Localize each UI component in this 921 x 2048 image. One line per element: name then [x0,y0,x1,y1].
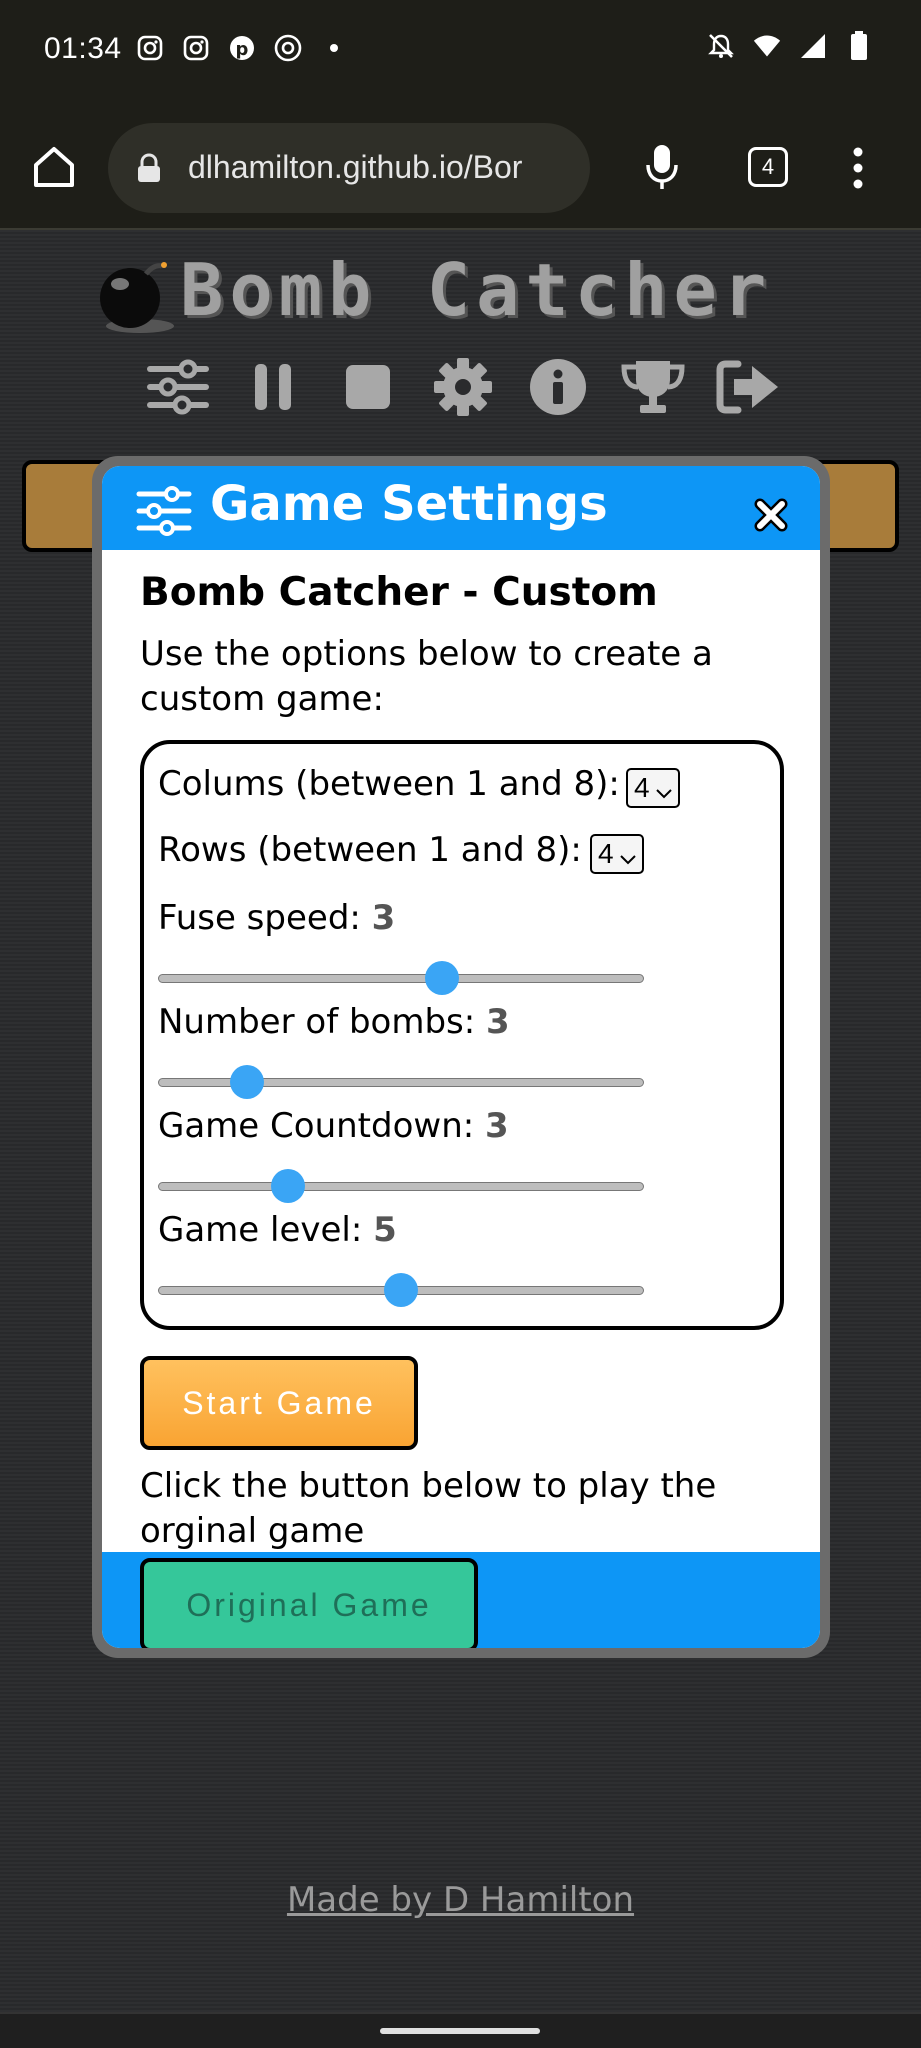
modal-header: Game Settings [102,466,820,550]
modal-title: Game Settings [210,476,608,532]
slider-thumb[interactable] [271,1169,305,1203]
slider-thumb[interactable] [384,1273,418,1307]
bomb-icon [92,256,180,336]
custom-options-box: Colums (between 1 and 8): 4 Rows (betwee… [140,740,784,1330]
fuse-speed-label-text: Fuse speed: [158,898,361,938]
status-notification-icons: p [136,34,348,62]
wifi-icon [753,32,781,60]
url-text: dlhamilton.github.io/Bor [188,149,523,185]
original-game-text: Click the button below to play the orgin… [140,1466,717,1551]
modal-subtitle: Bomb Catcher - Custom [140,570,658,615]
trophy-icon[interactable] [605,352,700,422]
home-indicator[interactable] [380,2028,540,2034]
status-bar: 01:34 p [0,0,921,105]
countdown-label: Game Countdown: 3 [158,1106,509,1146]
address-bar[interactable]: dlhamilton.github.io/Bor [108,123,590,213]
rows-select[interactable]: 4 [590,834,644,874]
status-time: 01:34 [44,32,122,65]
countdown-label-text: Game Countdown: [158,1106,475,1146]
credit-link[interactable]: Made by D Hamilton [0,1880,921,1920]
fuse-speed-label: Fuse speed: 3 [158,898,395,938]
fuse-speed-slider[interactable] [158,958,644,998]
lock-icon [136,153,162,183]
instagram-icon [182,34,210,62]
modal-footer: Original Game [102,1552,820,1648]
bombs-label: Number of bombs: 3 [158,1002,510,1042]
microphone-icon[interactable] [642,141,682,193]
rows-select-value: 4 [598,838,614,869]
pinterest-icon: p [228,34,256,62]
start-game-button[interactable]: Start Game [140,1356,418,1450]
game-header: Bomb Catcher [0,240,921,340]
level-label: Game level: 5 [158,1210,397,1250]
game-title: Bomb Catcher [180,248,773,332]
close-icon[interactable] [754,498,788,532]
svg-text:p: p [236,39,249,60]
columns-label: Colums (between 1 and 8): [158,764,620,804]
level-label-text: Game level: [158,1210,363,1250]
bombs-value: 3 [486,1002,510,1042]
level-value: 5 [373,1210,397,1250]
notifications-off-icon [707,32,735,60]
gear-icon[interactable] [415,352,510,422]
columns-select[interactable]: 4 [626,768,680,808]
game-settings-modal: Game Settings Bomb Catcher - Custom Use … [92,456,830,1658]
tab-switcher-button[interactable]: 4 [748,147,788,187]
columns-select-value: 4 [634,772,650,803]
stop-icon[interactable] [320,352,415,422]
dot-icon [320,34,348,62]
sliders-icon [136,486,192,536]
fuse-speed-value: 3 [371,898,396,938]
threads-icon [274,34,302,62]
slider-track [158,1182,644,1191]
modal-content: Game Settings Bomb Catcher - Custom Use … [102,466,820,1648]
slider-track [158,974,644,983]
signal-icon [799,32,827,60]
chevron-down-icon [619,838,636,874]
bombs-label-text: Number of bombs: [158,1002,476,1042]
level-slider[interactable] [158,1270,644,1310]
exit-icon[interactable] [700,352,795,422]
intro-text: Use the options below to create a custom… [140,634,713,719]
bombs-slider[interactable] [158,1062,644,1102]
countdown-value: 3 [485,1106,509,1146]
original-game-button[interactable]: Original Game [140,1558,478,1648]
slider-thumb[interactable] [425,961,459,995]
navigation-bar [0,2012,921,2048]
home-icon[interactable] [28,141,80,193]
browser-toolbar: dlhamilton.github.io/Bor 4 [0,105,921,230]
game-toolbar [130,352,800,422]
more-menu-icon[interactable] [844,145,872,191]
battery-icon [845,31,873,60]
countdown-slider[interactable] [158,1166,644,1206]
instagram-icon [136,34,164,62]
rows-label: Rows (between 1 and 8): [158,830,582,870]
pause-icon[interactable] [225,352,320,422]
status-system-icons [707,31,873,60]
sliders-icon[interactable] [130,352,225,422]
info-icon[interactable] [510,352,605,422]
chevron-down-icon [655,772,672,808]
slider-thumb[interactable] [230,1065,264,1099]
